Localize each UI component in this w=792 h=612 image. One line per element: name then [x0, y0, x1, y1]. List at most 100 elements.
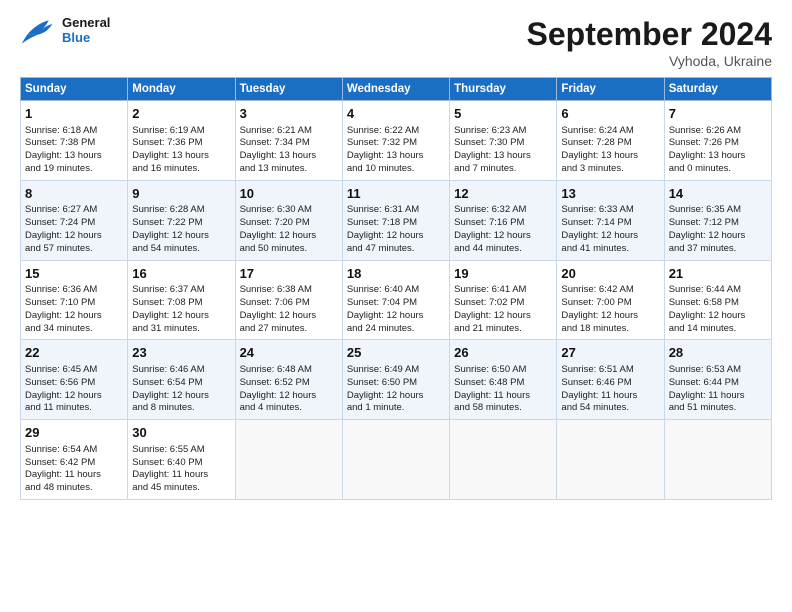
- cell-text: Daylight: 12 hours: [240, 310, 338, 323]
- cell-text: Daylight: 12 hours: [669, 310, 767, 323]
- cell-text: Daylight: 13 hours: [669, 150, 767, 163]
- cell-text: Daylight: 12 hours: [454, 230, 552, 243]
- cell-text: Daylight: 12 hours: [240, 390, 338, 403]
- cell-text: Sunset: 7:32 PM: [347, 137, 445, 150]
- cell-text: Sunrise: 6:19 AM: [132, 125, 230, 138]
- cell-text: Daylight: 13 hours: [132, 150, 230, 163]
- cell-text: Sunset: 6:56 PM: [25, 377, 123, 390]
- cell-text: and 58 minutes.: [454, 402, 552, 415]
- day-number: 4: [347, 105, 445, 123]
- calendar-cell: 24 Sunrise: 6:48 AMSunset: 6:52 PMDayligh…: [235, 340, 342, 420]
- calendar-cell: 29Sunrise: 6:54 AMSunset: 6:42 PMDayligh…: [21, 420, 128, 500]
- day-number: 11: [347, 185, 445, 203]
- cell-text: Sunrise: 6:24 AM: [561, 125, 659, 138]
- cell-text: Daylight: 12 hours: [25, 310, 123, 323]
- cell-text: Sunset: 6:44 PM: [669, 377, 767, 390]
- cell-text: Daylight: 13 hours: [347, 150, 445, 163]
- cell-text: Sunrise: 6:33 AM: [561, 204, 659, 217]
- cell-text: Sunrise: 6:53 AM: [669, 364, 767, 377]
- cell-text: and 10 minutes.: [347, 163, 445, 176]
- day-number: 15: [25, 265, 123, 283]
- cell-text: Sunrise: 6:40 AM: [347, 284, 445, 297]
- calendar-cell: 27Sunrise: 6:51 AMSunset: 6:46 PMDayligh…: [557, 340, 664, 420]
- day-number: 5: [454, 105, 552, 123]
- logo-bird-icon: [20, 16, 56, 46]
- cell-text: Daylight: 12 hours: [454, 310, 552, 323]
- calendar-cell: 4 Sunrise: 6:22 AMSunset: 7:32 PMDaylight…: [342, 101, 449, 181]
- cell-text: Daylight: 12 hours: [240, 230, 338, 243]
- cell-text: and 57 minutes.: [25, 243, 123, 256]
- calendar-cell: 21Sunrise: 6:44 AMSunset: 6:58 PMDayligh…: [664, 260, 771, 340]
- cell-text: Daylight: 12 hours: [347, 390, 445, 403]
- calendar-cell: 19Sunrise: 6:41 AMSunset: 7:02 PMDayligh…: [450, 260, 557, 340]
- cell-text: and 37 minutes.: [669, 243, 767, 256]
- day-number: 28: [669, 344, 767, 362]
- cell-text: Daylight: 13 hours: [561, 150, 659, 163]
- col-saturday: Saturday: [664, 78, 771, 101]
- cell-text: Daylight: 11 hours: [132, 469, 230, 482]
- cell-text: Sunrise: 6:45 AM: [25, 364, 123, 377]
- cell-text: and 48 minutes.: [25, 482, 123, 495]
- calendar-cell: [450, 420, 557, 500]
- day-number: 19: [454, 265, 552, 283]
- calendar-cell: 6Sunrise: 6:24 AMSunset: 7:28 PMDaylight…: [557, 101, 664, 181]
- cell-text: Sunset: 6:52 PM: [240, 377, 338, 390]
- day-number: 29: [25, 424, 123, 442]
- cell-text: Sunset: 6:54 PM: [132, 377, 230, 390]
- calendar-cell: 15Sunrise: 6:36 AMSunset: 7:10 PMDayligh…: [21, 260, 128, 340]
- cell-text: Sunrise: 6:44 AM: [669, 284, 767, 297]
- cell-text: Sunrise: 6:22 AM: [347, 125, 445, 138]
- cell-text: and 47 minutes.: [347, 243, 445, 256]
- day-number: 26: [454, 344, 552, 362]
- calendar-cell: 26Sunrise: 6:50 AMSunset: 6:48 PMDayligh…: [450, 340, 557, 420]
- cell-text: Sunset: 7:10 PM: [25, 297, 123, 310]
- cell-text: Sunrise: 6:48 AM: [240, 364, 338, 377]
- logo-text-block: General Blue: [62, 16, 110, 46]
- cell-text: Sunset: 7:34 PM: [240, 137, 338, 150]
- cell-text: Sunrise: 6:46 AM: [132, 364, 230, 377]
- header-row: Sunday Monday Tuesday Wednesday Thursday…: [21, 78, 772, 101]
- cell-text: Daylight: 11 hours: [561, 390, 659, 403]
- calendar-cell: 5Sunrise: 6:23 AMSunset: 7:30 PMDaylight…: [450, 101, 557, 181]
- cell-text: Sunset: 7:12 PM: [669, 217, 767, 230]
- calendar-cell: 23Sunrise: 6:46 AMSunset: 6:54 PMDayligh…: [128, 340, 235, 420]
- cell-text: and 11 minutes.: [25, 402, 123, 415]
- cell-text: Sunset: 7:22 PM: [132, 217, 230, 230]
- day-number: 24: [240, 344, 338, 362]
- calendar-cell: 30Sunrise: 6:55 AMSunset: 6:40 PMDayligh…: [128, 420, 235, 500]
- cell-text: Sunset: 7:28 PM: [561, 137, 659, 150]
- page: General Blue September 2024 Vyhoda, Ukra…: [0, 0, 792, 612]
- calendar-cell: 17Sunrise: 6:38 AMSunset: 7:06 PMDayligh…: [235, 260, 342, 340]
- day-number: 22: [25, 344, 123, 362]
- calendar-row: 29Sunrise: 6:54 AMSunset: 6:42 PMDayligh…: [21, 420, 772, 500]
- cell-text: Sunrise: 6:54 AM: [25, 444, 123, 457]
- cell-text: Sunrise: 6:49 AM: [347, 364, 445, 377]
- cell-text: Sunrise: 6:36 AM: [25, 284, 123, 297]
- day-number: 30: [132, 424, 230, 442]
- calendar-row: 8Sunrise: 6:27 AMSunset: 7:24 PMDaylight…: [21, 180, 772, 260]
- logo: General Blue: [20, 16, 110, 46]
- cell-text: and 31 minutes.: [132, 323, 230, 336]
- cell-text: and 3 minutes.: [561, 163, 659, 176]
- cell-text: Sunset: 7:02 PM: [454, 297, 552, 310]
- day-number: 18: [347, 265, 445, 283]
- cell-text: Sunset: 7:38 PM: [25, 137, 123, 150]
- cell-text: Daylight: 13 hours: [240, 150, 338, 163]
- cell-text: Daylight: 12 hours: [669, 230, 767, 243]
- cell-text: Daylight: 12 hours: [25, 230, 123, 243]
- cell-text: and 45 minutes.: [132, 482, 230, 495]
- cell-text: and 51 minutes.: [669, 402, 767, 415]
- calendar-cell: 3Sunrise: 6:21 AMSunset: 7:34 PMDaylight…: [235, 101, 342, 181]
- day-number: 2: [132, 105, 230, 123]
- day-number: 13: [561, 185, 659, 203]
- calendar-cell: 28Sunrise: 6:53 AMSunset: 6:44 PMDayligh…: [664, 340, 771, 420]
- day-number: 14: [669, 185, 767, 203]
- cell-text: Sunset: 6:58 PM: [669, 297, 767, 310]
- calendar-cell: 2Sunrise: 6:19 AMSunset: 7:36 PMDaylight…: [128, 101, 235, 181]
- calendar-cell: 22Sunrise: 6:45 AMSunset: 6:56 PMDayligh…: [21, 340, 128, 420]
- cell-text: Sunrise: 6:37 AM: [132, 284, 230, 297]
- calendar-cell: 8Sunrise: 6:27 AMSunset: 7:24 PMDaylight…: [21, 180, 128, 260]
- calendar-cell: [235, 420, 342, 500]
- cell-text: and 34 minutes.: [25, 323, 123, 336]
- day-number: 23: [132, 344, 230, 362]
